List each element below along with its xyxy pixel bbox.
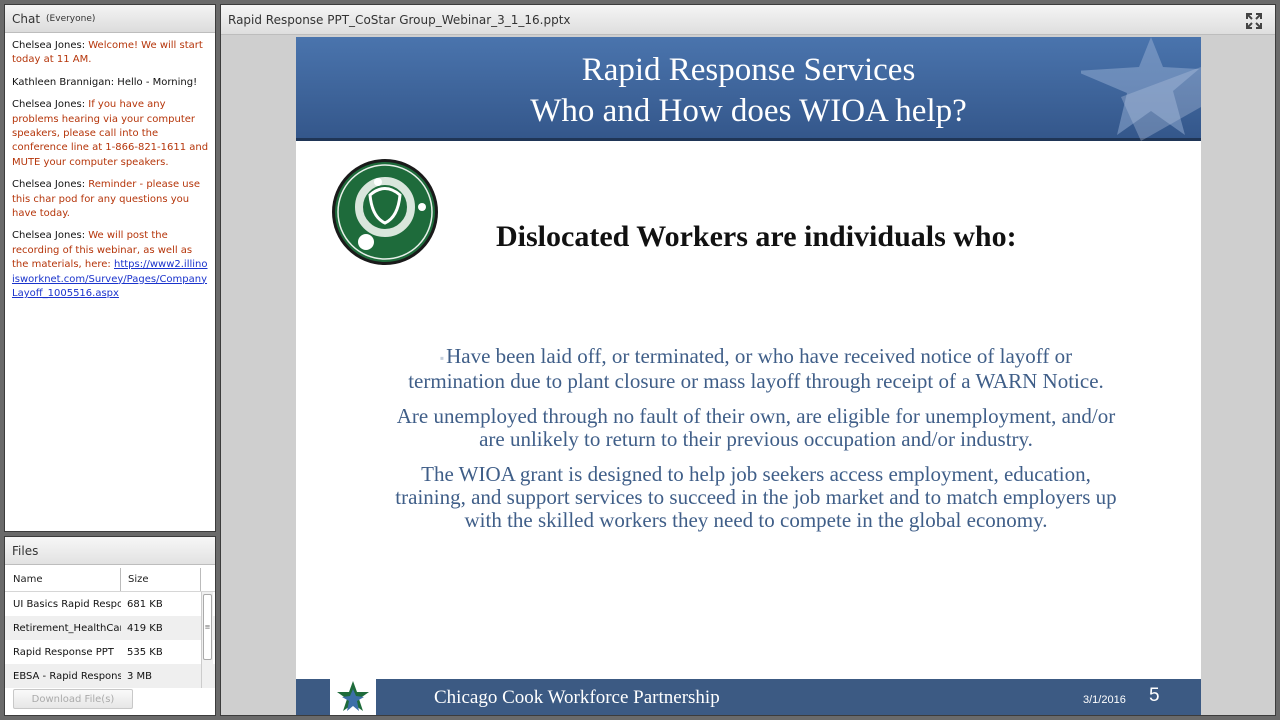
download-files-button[interactable]: Download File(s): [13, 689, 133, 709]
presentation-slide: Rapid Response Services Who and How does…: [296, 37, 1201, 715]
share-title: Rapid Response PPT_CoStar Group_Webinar_…: [228, 12, 571, 27]
file-size: 681 KB: [127, 598, 163, 610]
fullscreen-icon[interactable]: [1245, 12, 1263, 30]
chat-header: Chat (Everyone): [5, 5, 215, 33]
column-name[interactable]: Name: [5, 568, 121, 591]
slide-title-line2: Who and How does WIOA help?: [530, 93, 967, 129]
files-pod: Files Name Size UI Basics Rapid Response…: [4, 536, 216, 716]
share-pod: Rapid Response PPT_CoStar Group_Webinar_…: [220, 4, 1276, 716]
chat-messages: Chelsea Jones: Welcome! We will start to…: [5, 33, 215, 302]
bullet-line: are unlikely to return to their previous…: [479, 426, 1033, 451]
slide-page-number: 5: [1149, 685, 1160, 706]
file-name: Rapid Response PPT: [13, 646, 114, 658]
chat-message: Chelsea Jones: We will post the recordin…: [12, 229, 209, 301]
bullet-item: ▪Have been laid off, or terminated, or w…: [408, 344, 1104, 393]
file-size: 419 KB: [127, 622, 163, 634]
share-header: Rapid Response PPT_CoStar Group_Webinar_…: [221, 5, 1275, 35]
bullet-item: Are unemployed through no fault of their…: [326, 403, 1186, 451]
scroll-grip-icon[interactable]: ≡: [203, 594, 212, 660]
file-name: EBSA - Rapid Response: [13, 670, 121, 682]
chat-message: Kathleen Brannigan: Hello - Morning!: [12, 76, 209, 90]
files-scrollbar[interactable]: ≡: [201, 592, 213, 688]
slide-footer: Chicago Cook Workforce Partnership 3/1/2…: [296, 679, 1201, 715]
chat-pod: Chat (Everyone) Chelsea Jones: Welcome! …: [4, 4, 216, 532]
chat-message: Chelsea Jones: If you have any problems …: [12, 98, 209, 170]
slide-bullets: ▪Have been laid off, or terminated, or w…: [326, 345, 1186, 544]
message-sender: Kathleen Brannigan:: [12, 76, 115, 88]
message-sender: Chelsea Jones:: [12, 230, 86, 242]
bullet-line: termination due to plant closure or mass…: [408, 368, 1104, 393]
green-logo-icon: [332, 159, 438, 265]
slide-header: Rapid Response Services Who and How does…: [296, 37, 1201, 141]
message-text: Hello - Morning!: [117, 76, 198, 88]
bullet-line: Have been laid off, or terminated, or wh…: [446, 344, 1073, 368]
slide-subheading: Dislocated Workers are individuals who:: [496, 220, 1017, 253]
message-sender: Chelsea Jones:: [12, 40, 86, 51]
message-sender: Chelsea Jones:: [12, 179, 86, 191]
file-row[interactable]: Retirement_HealthCare 419 KB: [5, 616, 215, 640]
bullet-line: with the skilled workers they need to co…: [464, 507, 1048, 532]
column-size[interactable]: Size: [121, 568, 201, 591]
slide-title-line1: Rapid Response Services: [581, 52, 916, 88]
file-size: 535 KB: [127, 646, 163, 658]
bullet-line: The WIOA grant is designed to help job s…: [421, 461, 1091, 486]
file-size: 3 MB: [127, 670, 153, 682]
file-name: UI Basics Rapid Response: [13, 598, 121, 610]
star-icon: [337, 681, 369, 711]
footer-logo: [330, 679, 376, 715]
chat-title: Chat: [12, 11, 41, 26]
bullet-item: The WIOA grant is designed to help job s…: [326, 461, 1186, 532]
footer-organization: Chicago Cook Workforce Partnership: [434, 687, 720, 708]
file-row[interactable]: Rapid Response PPT 535 KB: [5, 640, 215, 664]
files-column-headers: Name Size: [5, 568, 215, 592]
files-header: Files: [5, 537, 215, 565]
footer-date: 3/1/2016: [1083, 694, 1126, 706]
chat-message: Chelsea Jones: Welcome! We will start to…: [12, 39, 209, 68]
bullet-line: training, and support services to succee…: [395, 484, 1117, 509]
files-title: Files: [12, 543, 39, 558]
bullet-line: Are unemployed through no fault of their…: [396, 403, 1116, 428]
file-name: Retirement_HealthCare: [13, 622, 121, 634]
file-row[interactable]: EBSA - Rapid Response 3 MB: [5, 664, 215, 688]
chat-message: Chelsea Jones: Reminder - please use thi…: [12, 178, 209, 221]
files-list: UI Basics Rapid Response 681 KB Retireme…: [5, 592, 215, 688]
file-row[interactable]: UI Basics Rapid Response 681 KB: [5, 592, 215, 616]
slide-title: Rapid Response Services Who and How does…: [296, 50, 1201, 132]
chat-audience[interactable]: (Everyone): [46, 14, 95, 24]
message-sender: Chelsea Jones:: [12, 99, 86, 111]
